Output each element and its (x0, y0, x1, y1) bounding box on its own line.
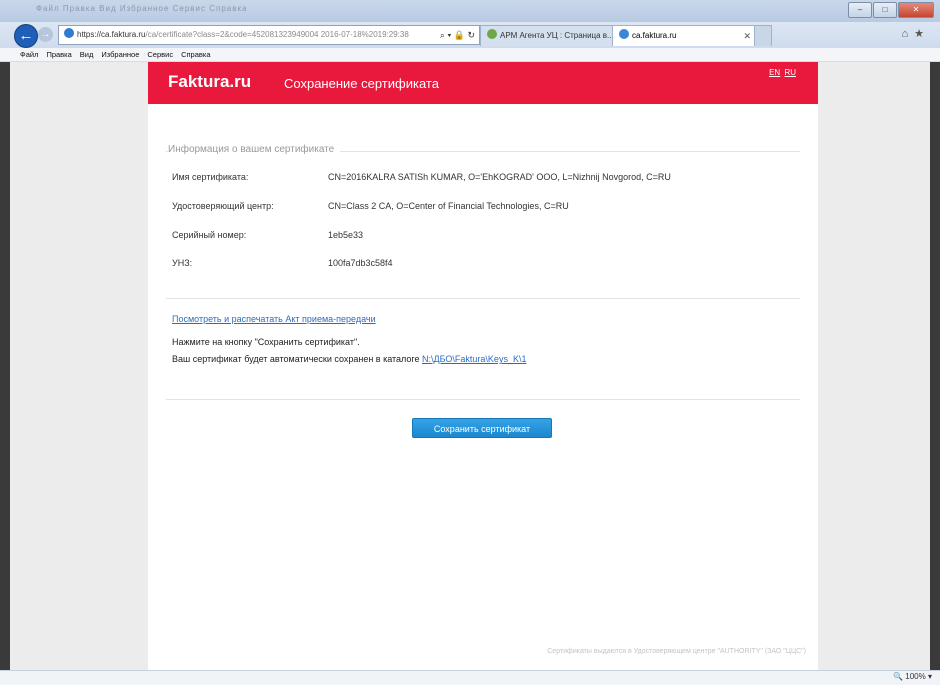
footer-note: Сертификаты выдаются в Удостоверяющем це… (547, 648, 806, 655)
lang-en-link[interactable]: EN (769, 68, 780, 77)
window-edge-right (930, 62, 940, 670)
tab-label: ca.faktura.ru (632, 31, 677, 40)
unz-value: 100fa7db3c58f4 (328, 258, 393, 268)
save-certificate-button[interactable]: Сохранить сертификат (412, 418, 552, 438)
menu-tools[interactable]: Сервис (147, 48, 173, 61)
back-button[interactable]: ← (14, 24, 38, 48)
menu-edit[interactable]: Правка (46, 48, 71, 61)
instruction-text-2: Ваш сертификат будет автоматически сохра… (172, 354, 423, 364)
address-path: /ca/certificate?class=2&code=45208132394… (145, 30, 409, 39)
instruction-path-text: Ваш сертификат будет автоматически сохра… (172, 354, 526, 364)
certificate-page: Faktura.ru Сохранение сертификата EN RU … (148, 62, 818, 670)
window-title: Файл Правка Вид Избранное Сервис Справка (36, 4, 248, 13)
ca-label: Удостоверяющий центр: (172, 201, 274, 211)
menu-file[interactable]: Файл (20, 48, 38, 61)
close-button[interactable]: ✕ (898, 2, 934, 18)
window-edge-left (0, 62, 10, 670)
browser-window: Файл Правка Вид Избранное Сервис Справка… (0, 0, 940, 685)
faktura-logo[interactable]: Faktura.ru (168, 72, 251, 92)
language-switcher: EN RU (767, 68, 796, 77)
address-controls[interactable]: ⌕ ▾ 🔒 ↻ (440, 26, 475, 44)
cert-name-label: Имя сертификата: (172, 172, 249, 182)
serial-value: 1eb5e33 (328, 230, 364, 240)
new-tab-button[interactable] (754, 25, 772, 46)
page-title: Сохранение сертификата (284, 76, 439, 91)
window-controls: – □ ✕ (848, 2, 934, 18)
minimize-button[interactable]: – (848, 2, 872, 18)
zoom-value: 100% (905, 672, 926, 681)
instruction-text: Нажмите на кнопку "Сохранить сертификат"… (172, 337, 360, 347)
ie-icon (64, 28, 74, 38)
menu-bar: Файл Правка Вид Избранное Сервис Справка (0, 48, 940, 62)
ie-icon (619, 29, 629, 39)
forward-button[interactable]: → (38, 27, 53, 42)
tab-close-icon[interactable]: ✕ (743, 26, 751, 46)
serial-label: Серийный номер: (172, 230, 247, 240)
divider (166, 399, 800, 400)
ca-value: CN=Class 2 CA, O=Center of Financial Tec… (328, 201, 569, 211)
act-print-link[interactable]: Посмотреть и распечатать Акт приема-пере… (172, 314, 376, 324)
zoom-level[interactable]: 🔍 100% ▾ (893, 672, 932, 681)
address-bar[interactable]: https://ca.faktura.ru/ca/certificate?cla… (58, 25, 480, 45)
home-favorites-icons[interactable]: ⌂★ (901, 27, 930, 40)
status-bar: 🔍 100% ▾ (0, 670, 940, 685)
navigation-bar: ← → https://ca.faktura.ru/ca/certificate… (0, 22, 940, 48)
divider (166, 298, 800, 299)
section-title: Информация о вашем сертификате (168, 144, 341, 155)
tab-arm[interactable]: АРМ Агента УЦ : Страница в... (480, 25, 618, 46)
menu-view[interactable]: Вид (80, 48, 94, 61)
site-header: Faktura.ru Сохранение сертификата EN RU (148, 62, 818, 104)
title-bar: Файл Правка Вид Избранное Сервис Справка… (0, 0, 940, 22)
menu-help[interactable]: Справка (181, 48, 210, 61)
menu-favorites[interactable]: Избранное (101, 48, 139, 61)
cert-name-value: CN=2016KALRA SATISh KUMAR, O='EhKOGRAD' … (328, 172, 671, 182)
page-icon (487, 29, 497, 39)
maximize-button[interactable]: □ (873, 2, 897, 18)
tab-faktura[interactable]: ca.faktura.ru ✕ (612, 25, 760, 46)
lang-ru-link[interactable]: RU (784, 68, 796, 77)
save-path-link[interactable]: N:\ДБО\Faktura\Keys_K\1 (422, 354, 526, 364)
unz-label: УНЗ: (172, 258, 193, 268)
address-host: https://ca.faktura.ru (77, 30, 146, 39)
tab-label: АРМ Агента УЦ : Страница в... (500, 31, 614, 40)
